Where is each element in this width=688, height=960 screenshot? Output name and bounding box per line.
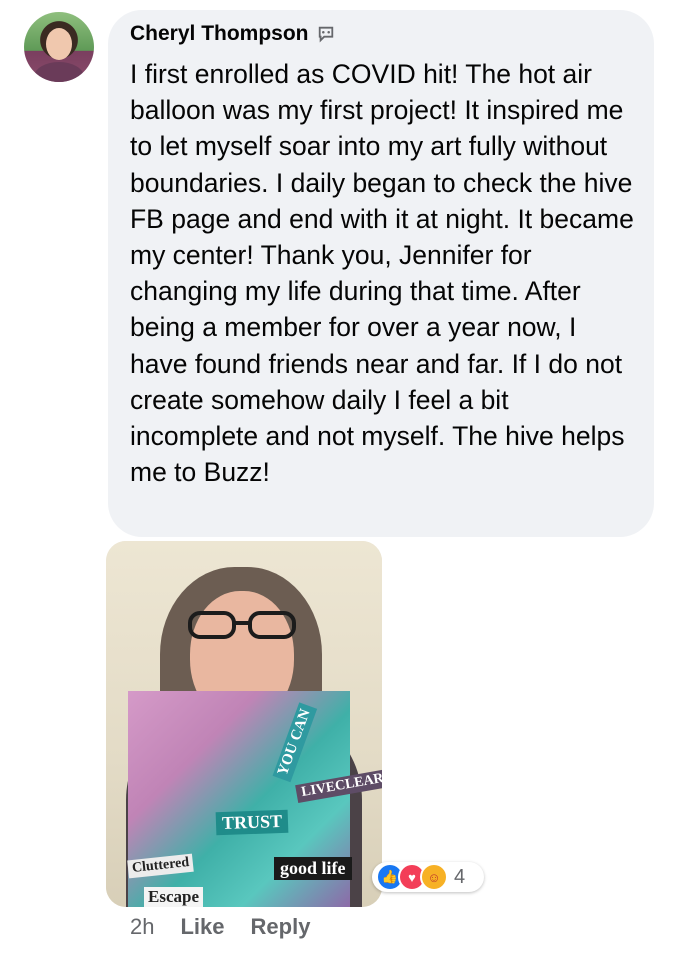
avatar-shirt bbox=[34, 62, 84, 82]
comment-meta: 2h Like Reply bbox=[130, 914, 310, 940]
collage-word-trust: TRUST bbox=[215, 809, 289, 836]
like-button[interactable]: Like bbox=[180, 914, 224, 940]
care-icon: ☺ bbox=[420, 863, 448, 891]
comment-author-row: Cheryl Thompson bbox=[130, 22, 335, 46]
glasses-shape bbox=[188, 611, 296, 639]
comment-text: I first enrolled as COVID hit! The hot a… bbox=[130, 59, 642, 488]
reaction-count: 4 bbox=[454, 865, 466, 888]
author-avatar[interactable] bbox=[24, 12, 94, 82]
chat-bubble-icon bbox=[318, 26, 333, 43]
reply-button[interactable]: Reply bbox=[251, 914, 311, 940]
reaction-summary[interactable]: 👍 ♥ ☺ 4 bbox=[372, 862, 484, 892]
comment-author-name[interactable]: Cheryl Thompson bbox=[130, 22, 309, 46]
collage-word-escape: Escape bbox=[144, 887, 203, 907]
comment-photo[interactable]: TRUST Cluttered Escape good life LIVECLE… bbox=[106, 541, 382, 907]
avatar-face bbox=[46, 28, 72, 60]
comment-time[interactable]: 2h bbox=[130, 914, 154, 940]
collage-word-good-life: good life bbox=[274, 857, 352, 880]
